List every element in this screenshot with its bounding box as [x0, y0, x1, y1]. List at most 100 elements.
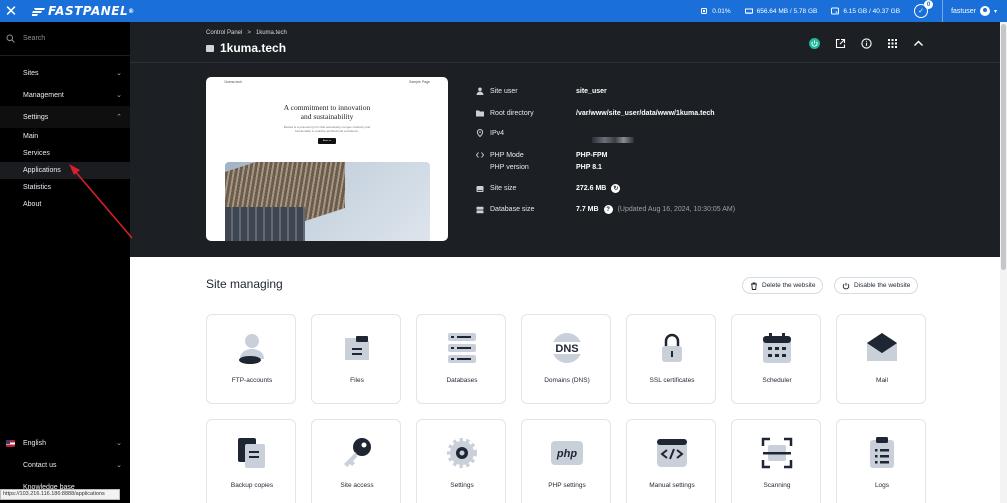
- ipv4-value-redacted: [592, 137, 634, 143]
- mail-icon: [867, 333, 897, 361]
- folder-icon: [476, 110, 484, 117]
- preview-heading-line1: A commitment to innovation: [283, 103, 371, 112]
- php-mode-value: PHP-FPM: [576, 151, 608, 159]
- tool-card-manual-settings[interactable]: Manual settings: [626, 419, 716, 503]
- tool-card-label: Logs: [874, 482, 890, 489]
- submenu-item-statistics[interactable]: Statistics: [0, 179, 130, 196]
- info-button[interactable]: [860, 37, 872, 49]
- site-size-label: Site size: [490, 185, 517, 192]
- site-header: Control Panel > 1kuma.tech 1kuma.tech 1k…: [130, 22, 1000, 257]
- tool-card-files[interactable]: Files: [311, 314, 401, 404]
- apps-grid-button[interactable]: [886, 37, 898, 49]
- disable-website-button[interactable]: Disable the website: [834, 277, 919, 294]
- avatar: [979, 6, 990, 16]
- section-title: Site managing: [206, 277, 283, 291]
- disable-website-label: Disable the website: [854, 282, 911, 289]
- tool-card-label: SSL certificates: [649, 377, 695, 384]
- tool-card-mail[interactable]: Mail: [836, 314, 926, 404]
- tool-card-php-settings[interactable]: php PHP settings: [521, 419, 611, 503]
- chevron-down-icon: ⌄: [116, 70, 122, 77]
- site-managing-section: Site managing Delete the website Disable…: [130, 257, 1000, 503]
- user-menu[interactable]: fastuser ▾: [942, 0, 1007, 22]
- tool-card-databases[interactable]: Databases: [416, 314, 506, 404]
- tool-card-label: Mail: [876, 377, 888, 384]
- close-menu-button[interactable]: ✕: [0, 0, 22, 22]
- tool-card-settings[interactable]: Settings: [416, 419, 506, 503]
- sidebar-item-settings[interactable]: Settings ⌃: [0, 106, 130, 128]
- tool-card-label: Files: [350, 377, 364, 384]
- ram-icon: [744, 8, 753, 14]
- ram-stat[interactable]: 656.64 MB / 5.78 GB: [744, 7, 818, 15]
- notifications-button[interactable]: ✓ 0: [914, 0, 934, 18]
- chevron-down-icon: ⌄: [116, 440, 122, 447]
- submenu-item-main[interactable]: Main: [0, 128, 130, 145]
- database-icon: [476, 206, 484, 213]
- page-scrollbar[interactable]: [1000, 22, 1007, 503]
- root-directory-value[interactable]: /var/www/site_user/data/www/1kuma.tech: [576, 110, 715, 117]
- tool-card-label: Databases: [446, 377, 478, 384]
- cpu-icon: [701, 8, 708, 14]
- delete-website-button[interactable]: Delete the website: [742, 277, 824, 294]
- power-icon: [842, 282, 850, 289]
- preview-building-base: [225, 207, 305, 241]
- php-version-value: PHP 8.1: [576, 164, 602, 171]
- chevron-up-icon: [913, 40, 923, 46]
- logs-icon: [870, 437, 894, 468]
- breadcrumb: Control Panel > 1kuma.tech: [206, 30, 287, 36]
- site-status-button[interactable]: [808, 37, 820, 49]
- cpu-stat[interactable]: 0.01%: [700, 7, 731, 15]
- search-input[interactable]: Search: [23, 35, 45, 42]
- language-label: English: [23, 439, 46, 447]
- database-size-label: Database size: [490, 206, 535, 213]
- sidebar-item-sites[interactable]: Sites ⌄: [0, 62, 130, 84]
- site-favicon-icon: [206, 44, 214, 52]
- calendar-icon: [763, 333, 791, 363]
- chevron-down-icon: ▾: [993, 8, 997, 15]
- collapse-button[interactable]: [912, 37, 924, 49]
- tool-card-ssl-certificates[interactable]: SSL certificates: [626, 314, 716, 404]
- code-icon: [657, 439, 687, 467]
- submenu-item-about[interactable]: About: [0, 196, 130, 213]
- preview-heading-line2: and sustainability: [300, 112, 354, 121]
- tool-card-domains-dns[interactable]: DNS Domains (DNS): [521, 314, 611, 404]
- php-icon: php: [551, 441, 583, 465]
- breadcrumb-root[interactable]: Control Panel: [206, 30, 242, 36]
- language-selector[interactable]: English ⌄: [0, 432, 130, 454]
- username: fastuser: [951, 7, 976, 15]
- php-mode-row: PHP Mode PHP-FPM: [476, 151, 608, 159]
- chevron-down-icon: ⌄: [116, 92, 122, 99]
- tool-card-scheduler[interactable]: Scheduler: [731, 314, 821, 404]
- us-flag-icon: [6, 439, 15, 447]
- open-site-button[interactable]: [834, 37, 846, 49]
- preview-nav-right: Sample Page: [408, 80, 430, 84]
- brand-logo[interactable]: FASTPANEL ®: [32, 4, 135, 18]
- location-pin-icon: [476, 129, 484, 137]
- backup-icon: [238, 438, 265, 468]
- root-directory-label: Root directory: [490, 109, 534, 117]
- root-directory-row: Root directory /var/www/site_user/data/w…: [476, 109, 715, 117]
- search-bar[interactable]: Search: [0, 22, 130, 56]
- submenu-item-applications[interactable]: Applications: [0, 162, 130, 179]
- tool-card-backup-copies[interactable]: Backup copies: [206, 419, 296, 503]
- ram-value: 656.64 MB / 5.78 GB: [756, 7, 818, 15]
- site-preview[interactable]: 1kuma.tech Sample Page A commitment to i…: [206, 77, 448, 241]
- tool-card-site-access[interactable]: Site access: [311, 419, 401, 503]
- cpu-value: 0.01%: [712, 7, 731, 15]
- tool-card-label: Backup copies: [230, 482, 274, 489]
- contact-us-item[interactable]: Contact us ⌄: [0, 454, 130, 476]
- preview-button-label: About us: [323, 140, 331, 142]
- users-icon: [239, 334, 264, 364]
- submenu-item-services[interactable]: Services: [0, 145, 130, 162]
- scrollbar-thumb[interactable]: [1001, 24, 1006, 270]
- sidebar-item-management[interactable]: Management ⌄: [0, 84, 130, 106]
- sidebar-item-label: Sites: [23, 69, 39, 77]
- tool-card-ftp-accounts[interactable]: FTP-accounts: [206, 314, 296, 404]
- refresh-size-button[interactable]: ↻: [611, 184, 621, 193]
- tool-card-scanning[interactable]: Scanning: [731, 419, 821, 503]
- tool-card-logs[interactable]: Logs: [836, 419, 926, 503]
- help-icon[interactable]: ?: [603, 205, 613, 214]
- power-status-icon: [808, 37, 820, 49]
- disk-stat[interactable]: 6.15 GB / 40.37 GB: [831, 7, 900, 15]
- php-mode-label: PHP Mode: [490, 151, 524, 159]
- site-user-row: Site user site_user: [476, 87, 607, 95]
